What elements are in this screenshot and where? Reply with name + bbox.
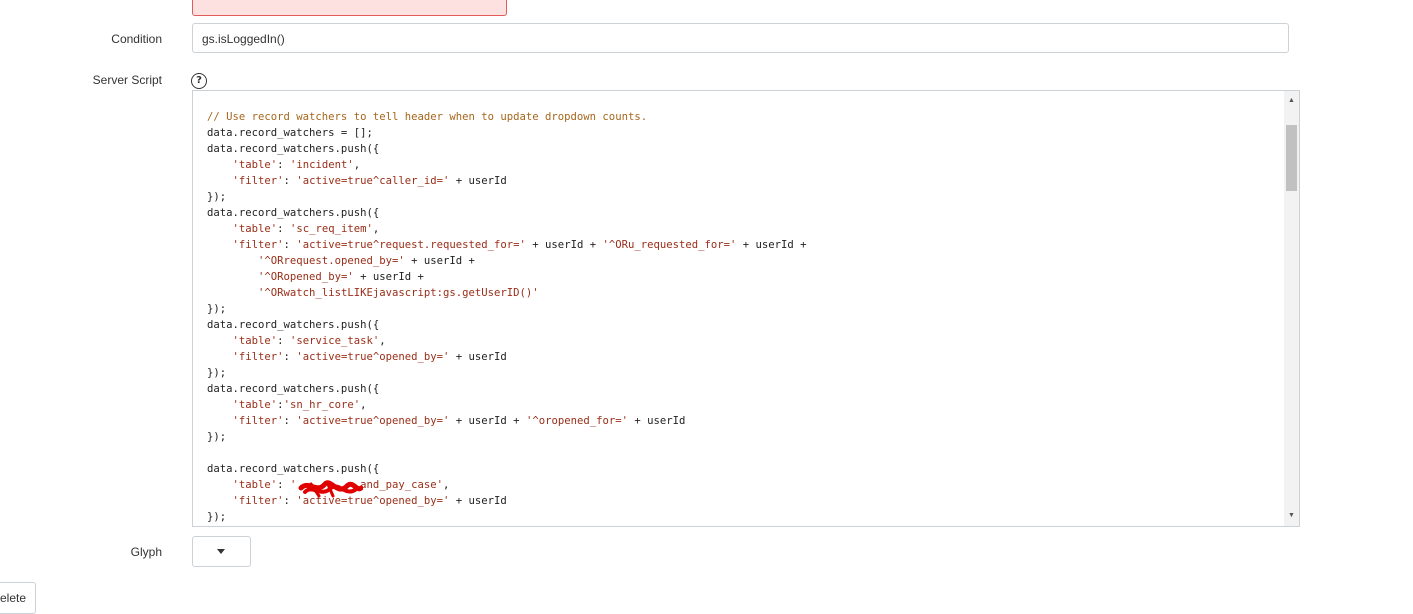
- condition-input[interactable]: gs.isLoggedIn(): [192, 23, 1289, 53]
- code-line: data.record_watchers.push({: [207, 141, 807, 157]
- vertical-scrollbar[interactable]: ▲ ▼: [1284, 91, 1299, 526]
- code-string: '^oropened_for=': [525, 415, 628, 427]
- code-line: });: [207, 365, 807, 381]
- code-text: :: [277, 335, 290, 347]
- code-text: data.record_watchers.push({: [207, 383, 380, 395]
- code-text: + userId +: [525, 239, 603, 251]
- code-line: 'table':'sn_hr_core',: [207, 397, 807, 413]
- code-text: data.record_watchers = [];: [207, 127, 373, 139]
- code-line: 'filter': 'active=true^request.requested…: [207, 237, 807, 253]
- code-line: data.record_watchers.push({: [207, 461, 807, 477]
- code-string: 'table': [232, 479, 278, 491]
- code-line: '^ORrequest.opened_by=' + userId +: [207, 253, 807, 269]
- code-text: :: [283, 239, 297, 251]
- code-string: 'filter': [232, 351, 284, 363]
- redaction-scribble: [298, 480, 363, 498]
- code-text: :: [277, 479, 290, 491]
- code-string: 'active=true^caller_id=': [296, 175, 450, 187]
- code-text: + userId: [449, 175, 507, 187]
- code-line: });: [207, 189, 807, 205]
- code-line: });: [207, 509, 807, 525]
- code-text: data.record_watchers.push({: [207, 207, 380, 219]
- code-text: data.record_watchers.push({: [207, 143, 380, 155]
- code-line: data.record_watchers.push({: [207, 381, 807, 397]
- server-script-label: Server Script: [92, 73, 162, 87]
- scroll-up-arrow-icon[interactable]: ▲: [1284, 93, 1299, 109]
- scroll-thumb[interactable]: [1286, 125, 1297, 191]
- code-text: });: [207, 367, 227, 379]
- code-string: 'table': [232, 335, 278, 347]
- code-line: 'filter': 'active=true^opened_by=' + use…: [207, 413, 807, 429]
- code-line: data.record_watchers.push({: [207, 205, 807, 221]
- code-line: '^ORopened_by=' + userId +: [207, 269, 807, 285]
- code-string: '^ORopened_by=': [258, 271, 354, 283]
- code-text: data.record_watchers.push({: [207, 463, 380, 475]
- code-text: ,: [372, 223, 380, 235]
- code-line: });: [207, 301, 807, 317]
- code-text: + userId: [628, 415, 686, 427]
- code-line: });: [207, 429, 807, 445]
- code-text: });: [207, 191, 227, 203]
- code-text: ,: [379, 335, 386, 347]
- code-string: 'filter': [232, 415, 284, 427]
- code-string: '^ORu_requested_for=': [602, 239, 737, 251]
- code-text: :: [283, 415, 297, 427]
- code-text: });: [207, 511, 227, 523]
- code-line: 'filter': 'active=true^opened_by=' + use…: [207, 349, 807, 365]
- code-text: :: [277, 223, 290, 235]
- code-string: 'service_task': [289, 335, 380, 347]
- code-string: 'active=true^request.requested_for=': [296, 239, 526, 251]
- code-comment: // Use record watchers to tell header wh…: [207, 111, 648, 123]
- delete-button[interactable]: elete: [0, 582, 36, 614]
- code-text: + userId +: [404, 255, 475, 267]
- code-string: 'incident': [289, 159, 354, 171]
- code-string: 'table': [232, 159, 278, 171]
- code-string: 'filter': [232, 239, 284, 251]
- code-string: 'active=true^opened_by=': [296, 351, 450, 363]
- code-text: });: [207, 303, 227, 315]
- code-string: 'filter': [232, 495, 284, 507]
- glyph-label: Glyph: [130, 545, 162, 559]
- code-line: '^ORwatch_listLIKEjavascript:gs.getUserI…: [207, 285, 807, 301]
- code-text: ,: [353, 159, 361, 171]
- scroll-down-arrow-icon[interactable]: ▼: [1284, 508, 1299, 524]
- code-string: '^ORrequest.opened_by=': [258, 255, 405, 267]
- error-message-box: [192, 0, 507, 16]
- server-script-editor[interactable]: // Use record watchers to tell header wh…: [192, 90, 1300, 527]
- code-content[interactable]: // Use record watchers to tell header wh…: [207, 109, 807, 525]
- code-text: ,: [443, 479, 450, 491]
- code-string: '^ORwatch_listLIKEjavascript:gs.getUserI…: [258, 287, 539, 299]
- code-line: data.record_watchers = [];: [207, 125, 807, 141]
- code-line: 'table': 'sc_req_item',: [207, 221, 807, 237]
- code-text: + userId +: [449, 415, 526, 427]
- code-text: :: [277, 159, 290, 171]
- code-string: 'table': [232, 399, 278, 411]
- code-string: 'sn_hr_core': [283, 399, 361, 411]
- caret-down-icon: [217, 549, 225, 554]
- code-line: 'filter': 'active=true^caller_id=' + use…: [207, 173, 807, 189]
- code-string: 'filter': [232, 175, 284, 187]
- code-text: :: [283, 495, 297, 507]
- condition-label: Condition: [111, 32, 162, 46]
- code-line: // Use record watchers to tell header wh…: [207, 109, 807, 125]
- code-text: });: [207, 431, 227, 443]
- code-line: data.record_watchers.push({: [207, 317, 807, 333]
- code-text: ,: [360, 399, 367, 411]
- code-string: 'active=true^opened_by=': [296, 415, 450, 427]
- code-text: + userId: [449, 351, 507, 363]
- code-text: + userId +: [353, 271, 424, 283]
- code-string: 'table': [232, 223, 278, 235]
- code-line: 'table': 'incident',: [207, 157, 807, 173]
- code-text: :: [283, 351, 297, 363]
- code-text: + userId: [449, 495, 507, 507]
- glyph-dropdown[interactable]: [192, 536, 251, 567]
- code-line: 'table': 'service_task',: [207, 333, 807, 349]
- code-text: data.record_watchers.push({: [207, 319, 380, 331]
- code-text: + userId +: [736, 239, 807, 251]
- code-text: :: [283, 175, 297, 187]
- question-circle-icon[interactable]: ?: [191, 73, 207, 89]
- code-string: 'sc_req_item': [289, 223, 373, 235]
